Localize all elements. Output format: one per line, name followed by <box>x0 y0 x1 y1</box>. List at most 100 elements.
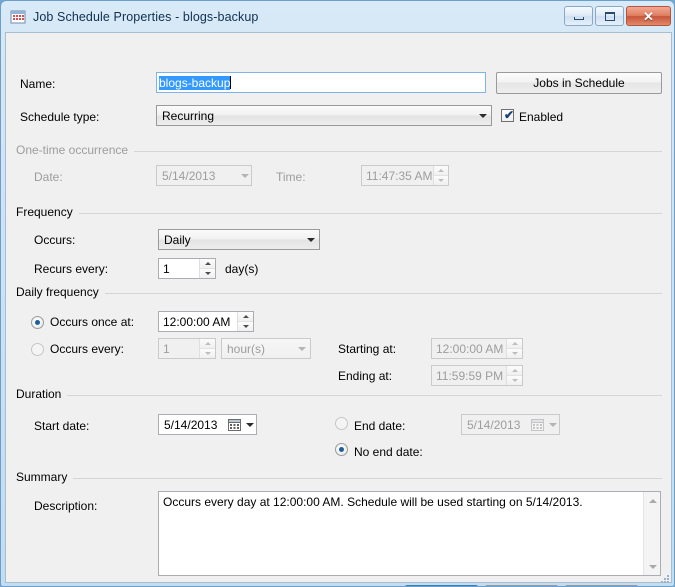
group-divider <box>16 293 662 294</box>
description-textarea[interactable]: Occurs every day at 12:00:00 AM. Schedul… <box>158 491 661 576</box>
end-date-picker: 5/14/2013 <box>461 414 560 435</box>
jobs-in-schedule-button[interactable]: Jobs in Schedule <box>496 72 662 94</box>
schedule-grid-icon <box>10 9 26 25</box>
duration-title: Duration <box>16 387 68 401</box>
calendar-icon <box>531 418 544 431</box>
occurs-every-unit-select: hour(s) <box>221 338 311 359</box>
start-date-label: Start date: <box>34 419 90 433</box>
one-time-time-value: 11:47:35 AM <box>366 168 433 183</box>
chevron-down-icon[interactable] <box>302 230 319 249</box>
starting-at-value: 12:00:00 AM <box>436 341 504 356</box>
close-icon: ✕ <box>643 8 654 24</box>
spinner-up-icon <box>507 339 522 348</box>
daily-frequency-title: Daily frequency <box>16 285 105 299</box>
starting-at-spinner: 12:00:00 AM <box>431 338 523 359</box>
maximize-icon <box>604 11 615 21</box>
description-scrollbar[interactable] <box>643 492 660 575</box>
radio-selected-dot <box>339 447 344 452</box>
chevron-down-icon <box>238 173 251 178</box>
one-time-occurrence-title: One-time occurrence <box>16 143 135 157</box>
chevron-down-icon <box>546 422 559 427</box>
one-time-time-spinner: 11:47:35 AM <box>361 165 449 186</box>
summary-title: Summary <box>16 470 74 484</box>
window-controls: ✕ <box>564 6 671 26</box>
close-button[interactable]: ✕ <box>626 6 671 26</box>
spinner-buttons <box>506 366 522 385</box>
chevron-down-icon[interactable] <box>474 106 491 125</box>
spinner-down-icon <box>200 348 215 358</box>
frequency-title: Frequency <box>16 205 79 219</box>
recurs-every-unit: day(s) <box>225 262 259 276</box>
enabled-label: Enabled <box>519 110 564 124</box>
schedule-type-label: Schedule type: <box>20 110 100 124</box>
description-value: Occurs every day at 12:00:00 AM. Schedul… <box>163 495 583 509</box>
resize-grip[interactable] <box>659 572 671 584</box>
chevron-down-icon[interactable] <box>243 422 256 427</box>
spinner-up-icon <box>433 166 448 175</box>
ending-at-label: Ending at: <box>338 369 393 383</box>
radio-selected-dot <box>35 320 40 325</box>
occurs-select[interactable]: Daily <box>158 229 320 250</box>
scroll-up-icon[interactable] <box>644 492 660 509</box>
occurs-once-time-spinner[interactable]: 12:00:00 AM <box>158 311 254 332</box>
recurs-every-value: 1 <box>163 261 170 276</box>
occurs-every-radio[interactable] <box>31 343 44 356</box>
no-end-date-label: No end date: <box>354 445 423 459</box>
schedule-type-value: Recurring <box>162 108 215 123</box>
spinner-buttons <box>506 339 522 358</box>
start-date-picker[interactable]: 5/14/2013 <box>158 414 257 435</box>
ending-at-value: 11:59:59 PM <box>436 368 504 383</box>
spinner-up-icon <box>200 339 215 348</box>
spinner-buttons[interactable] <box>199 259 215 278</box>
occurs-once-time-value: 12:00:00 AM <box>163 314 231 329</box>
recurs-every-spinner[interactable]: 1 <box>158 258 216 279</box>
group-divider <box>16 213 662 214</box>
title-bar[interactable]: Job Schedule Properties - blogs-backup ✕ <box>1 1 674 32</box>
recurs-every-label: Recurs every: <box>34 262 109 276</box>
group-divider <box>16 478 662 479</box>
minimize-icon <box>573 16 584 20</box>
window-title: Job Schedule Properties - blogs-backup <box>33 9 259 24</box>
spinner-down-icon[interactable] <box>200 268 215 278</box>
jobs-in-schedule-label: Jobs in Schedule <box>533 76 625 90</box>
spinner-buttons <box>432 166 448 185</box>
occurs-once-label: Occurs once at: <box>50 315 135 329</box>
minimize-button[interactable] <box>564 6 593 26</box>
spinner-down-icon <box>433 175 448 185</box>
end-date-label: End date: <box>354 419 406 433</box>
maximize-button[interactable] <box>595 6 624 26</box>
text-caret <box>230 76 232 89</box>
occurs-label: Occurs: <box>34 233 76 247</box>
end-date-value: 5/14/2013 <box>467 417 521 432</box>
occurs-every-spinner: 1 <box>158 338 216 359</box>
spinner-buttons[interactable] <box>237 312 253 331</box>
occurs-every-value: 1 <box>163 341 170 356</box>
no-end-date-radio[interactable] <box>335 443 348 456</box>
check-icon: ✔ <box>504 108 515 122</box>
occurs-every-label: Occurs every: <box>50 342 125 356</box>
spinner-down-icon[interactable] <box>238 321 253 331</box>
chevron-down-icon <box>293 339 310 358</box>
description-label: Description: <box>34 499 98 513</box>
occurs-value: Daily <box>164 232 191 247</box>
group-divider <box>16 395 662 396</box>
one-time-date-label: Date: <box>34 170 63 184</box>
dialog-client-area: Name: blogs-backup Jobs in Schedule Sche… <box>5 32 672 586</box>
spinner-buttons <box>199 339 215 358</box>
job-schedule-properties-window: Job Schedule Properties - blogs-backup ✕… <box>0 0 675 587</box>
start-date-value: 5/14/2013 <box>164 417 218 432</box>
end-date-radio[interactable] <box>335 417 348 430</box>
calendar-icon[interactable] <box>228 418 241 431</box>
spinner-up-icon[interactable] <box>238 312 253 321</box>
schedule-type-select[interactable]: Recurring <box>156 105 492 126</box>
spinner-up-icon <box>507 366 522 375</box>
occurs-every-unit-value: hour(s) <box>227 341 266 356</box>
name-input[interactable]: blogs-backup <box>156 72 486 93</box>
spinner-up-icon[interactable] <box>200 259 215 268</box>
starting-at-label: Starting at: <box>338 342 397 356</box>
one-time-time-label: Time: <box>276 170 306 184</box>
occurs-once-radio[interactable] <box>31 316 44 329</box>
spinner-down-icon <box>507 375 522 385</box>
enabled-checkbox[interactable]: ✔ <box>501 109 514 122</box>
ending-at-spinner: 11:59:59 PM <box>431 365 523 386</box>
